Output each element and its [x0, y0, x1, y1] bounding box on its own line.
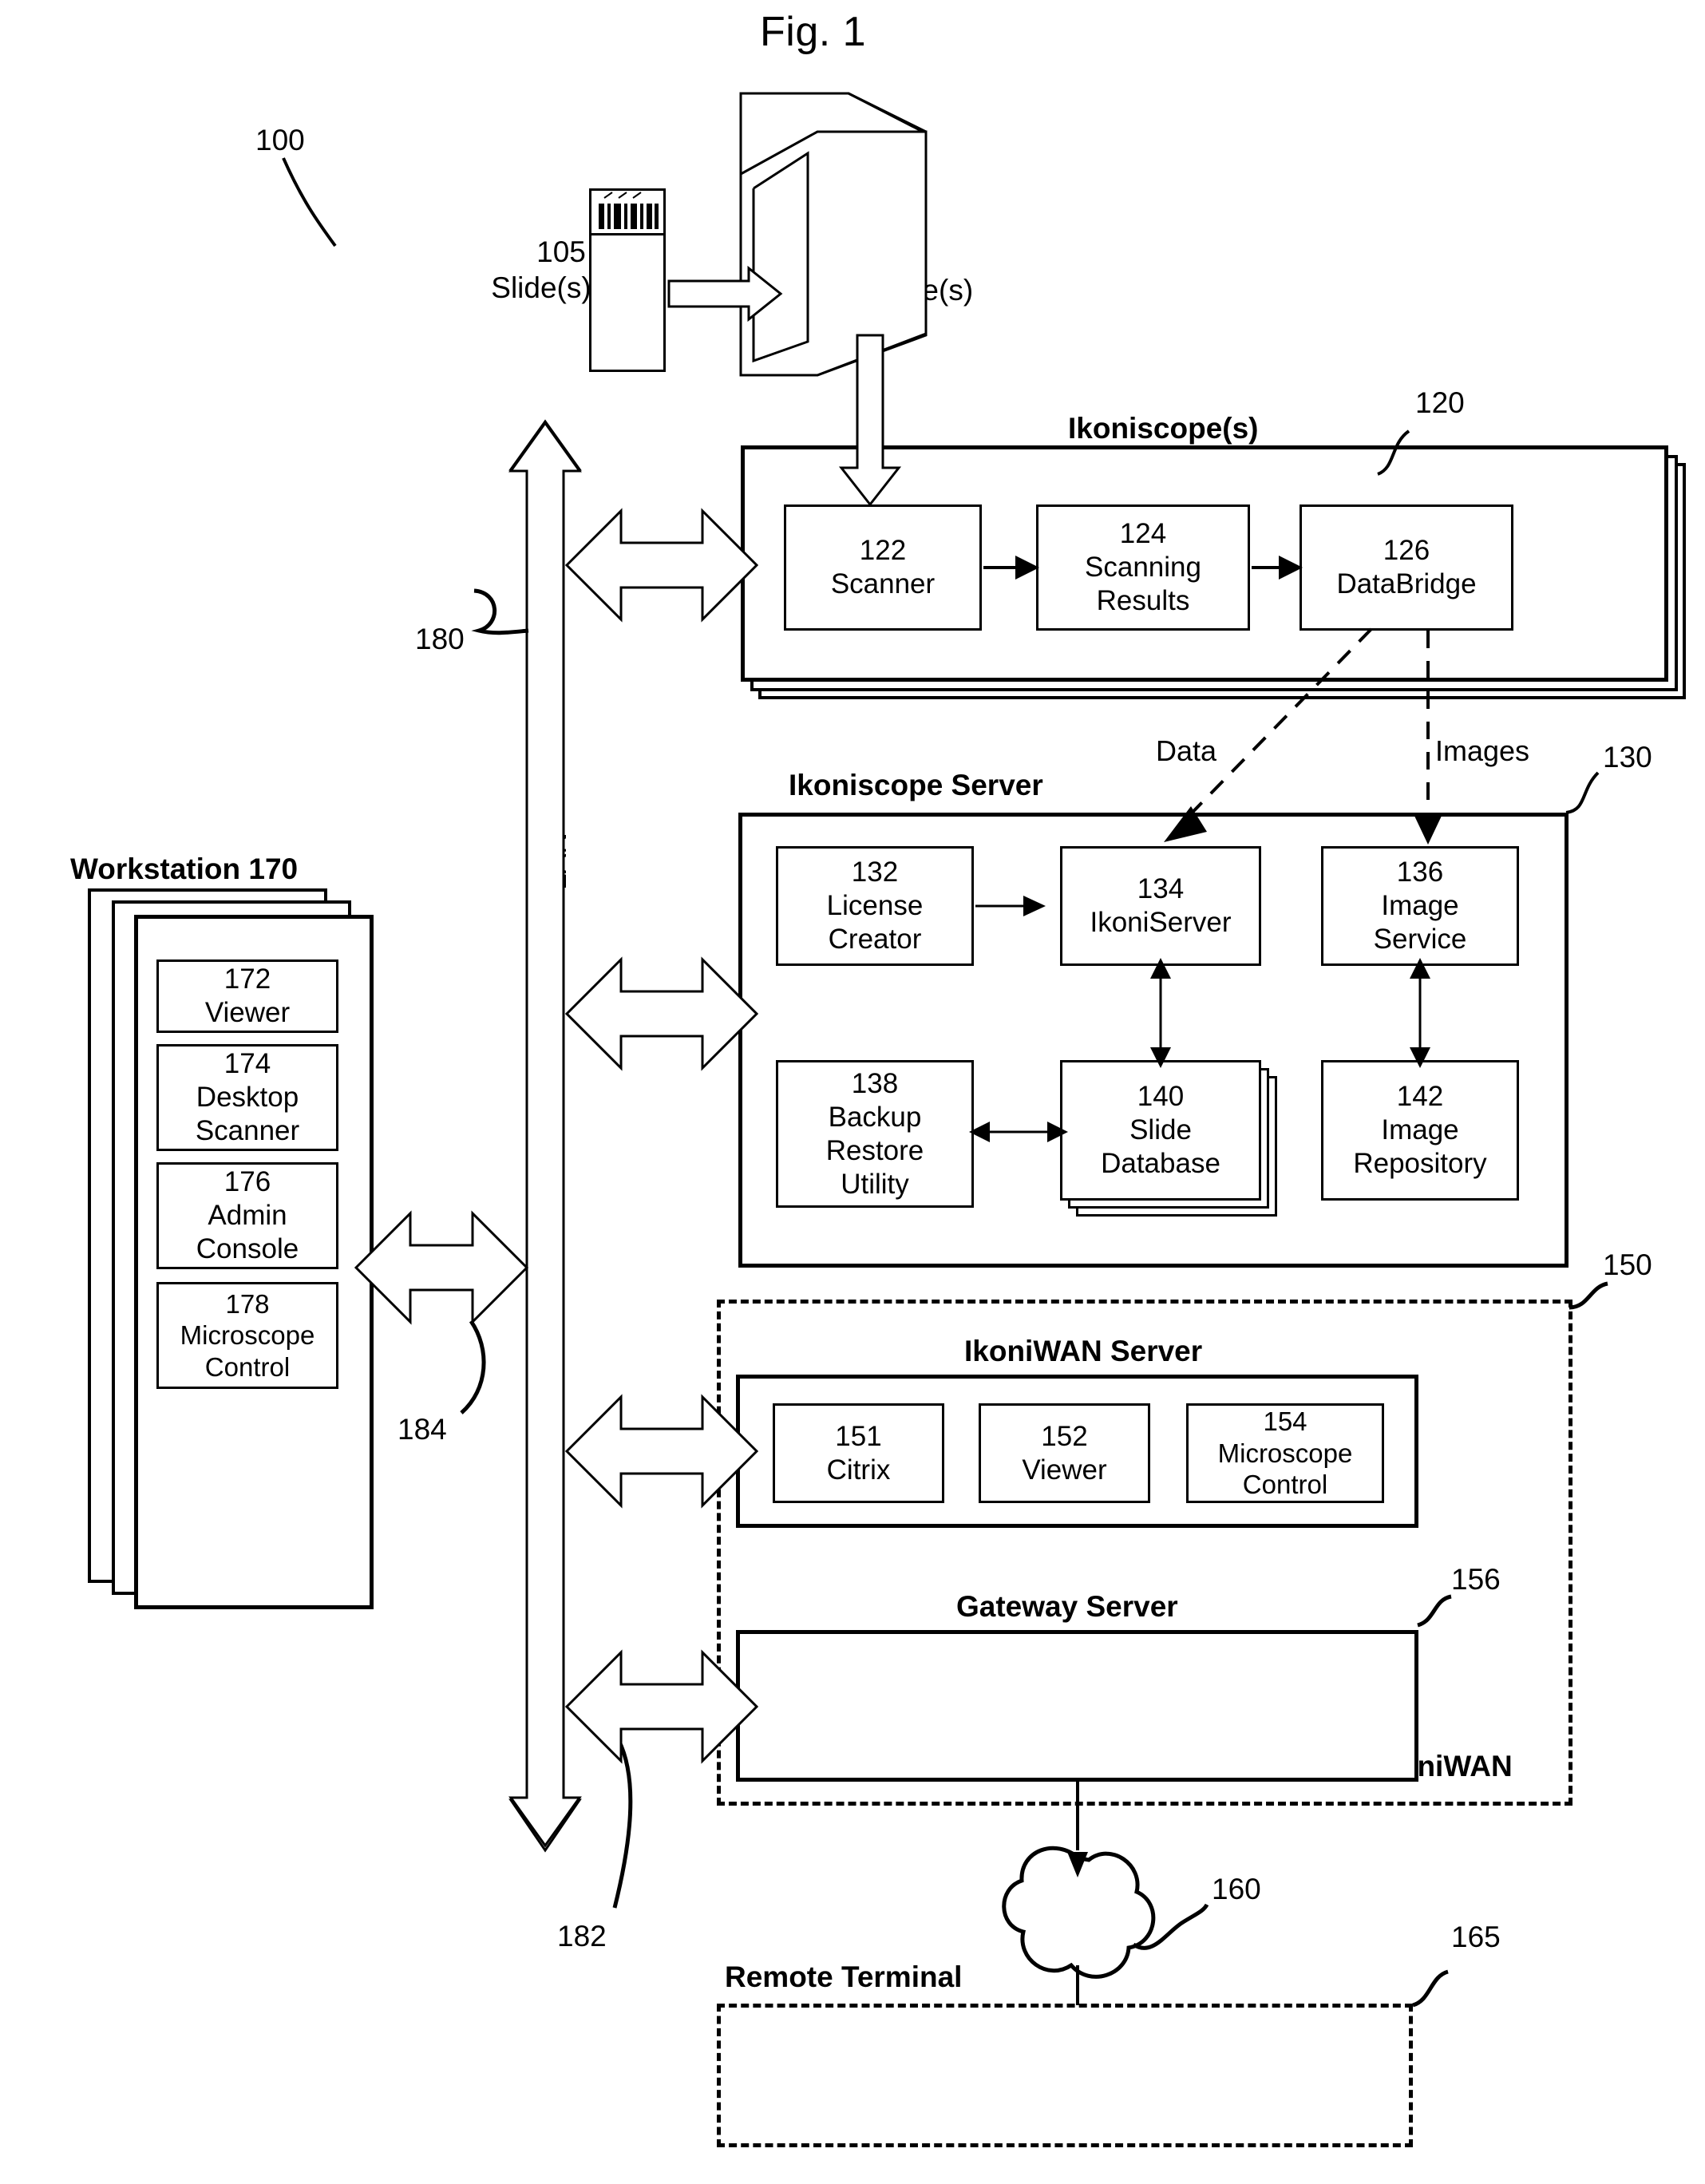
lead-line-100: [282, 157, 337, 247]
arrow-138-140-bidirectional: [969, 1122, 1068, 1142]
lead-line-184: [460, 1320, 486, 1414]
lead-line-180: [471, 588, 529, 635]
arrow-136-142-bidirectional: [1410, 958, 1430, 1068]
connector-overlay: [282, 92, 1608, 2008]
lead-line-120: [1377, 429, 1410, 476]
lan-to-ikoniwan-server-connector: [564, 1394, 759, 1509]
cloud-inbound-arrowhead: [1067, 1852, 1088, 1877]
arrow-134-140-bidirectional: [1150, 958, 1171, 1068]
figure-canvas: Fig. 1 100 105 Slide(s) 110 Cassette(s) …: [0, 0, 1705, 2184]
lead-line-150: [1569, 1281, 1608, 1310]
lan-to-ikoniscope-server-connector: [564, 956, 759, 1071]
lan-to-gateway-server-connector: [564, 1649, 759, 1764]
arrow-132-to-134: [975, 896, 1046, 916]
lead-line-165: [1412, 1969, 1449, 2008]
arrow-122-to-124: [983, 556, 1039, 580]
barcode-icon: [599, 192, 659, 229]
workstation-to-lan-connector: [354, 1210, 529, 1325]
lan-backbone-arrow: [508, 419, 582, 1853]
lead-line-130: [1565, 771, 1600, 814]
arrow-124-to-126: [1252, 556, 1303, 580]
data-dashed-arrow: [1164, 627, 1373, 842]
lan-to-ikoniscope-connector: [564, 508, 759, 623]
lead-line-182: [612, 1739, 633, 1909]
lead-line-156: [1417, 1594, 1452, 1628]
images-dashed-arrow: [1414, 631, 1442, 845]
cassette-3d-graphic: [739, 92, 928, 377]
